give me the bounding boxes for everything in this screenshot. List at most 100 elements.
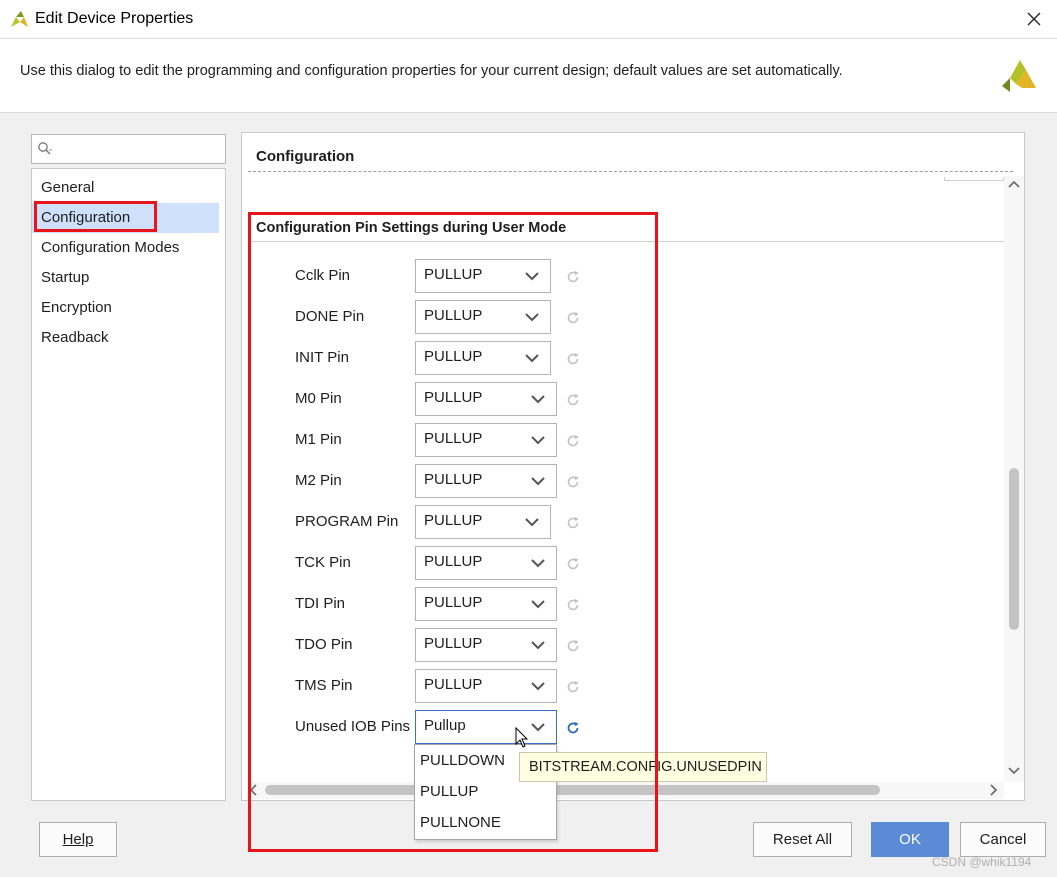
search-icon: [38, 142, 52, 155]
nav-item-general[interactable]: General: [32, 173, 219, 203]
pin-select-value: PULLUP: [424, 266, 483, 283]
pin-label-tdi: TDI Pin: [295, 595, 346, 612]
scroll-down-icon[interactable]: [1008, 767, 1020, 775]
pin-select-value: PULLUP: [424, 307, 483, 324]
pin-select-tdo[interactable]: PULLUP: [415, 628, 557, 662]
pin-label-tdo: TDO Pin: [295, 636, 353, 653]
reset-default-icon[interactable]: [565, 720, 581, 736]
watermark: CSDN @whik1194: [932, 855, 1032, 869]
scroll-right-icon[interactable]: [990, 784, 998, 796]
pin-select-value: PULLUP: [424, 471, 483, 488]
pin-select-value: PULLUP: [424, 430, 483, 447]
window-title: Edit Device Properties: [35, 10, 194, 27]
pin-select-value: PULLUP: [424, 348, 483, 365]
reset-default-icon[interactable]: [565, 433, 581, 449]
scroll-left-icon[interactable]: [249, 784, 257, 796]
help-button-label: Help: [62, 831, 94, 848]
pin-label-m1: M1 Pin: [295, 431, 342, 448]
reset-default-icon[interactable]: [565, 515, 581, 531]
pin-select-program[interactable]: PULLUP: [415, 505, 551, 539]
reset-default-icon[interactable]: [565, 269, 581, 285]
reset-default-icon[interactable]: [565, 474, 581, 490]
category-list: General Configuration Configuration Mode…: [31, 168, 226, 801]
pin-select-value: PULLUP: [424, 594, 483, 611]
pin-label-cclk: Cclk Pin: [295, 267, 351, 284]
ok-button-label: OK: [899, 831, 921, 848]
pin-select-value: PULLUP: [424, 676, 483, 693]
pin-select-done[interactable]: PULLUP: [415, 300, 551, 334]
nav-item-configuration-modes[interactable]: Configuration Modes: [32, 233, 219, 263]
chevron-down-icon: [531, 641, 545, 650]
chevron-down-icon: [531, 477, 545, 486]
pin-select-tdi[interactable]: PULLUP: [415, 587, 557, 621]
pin-select-m2[interactable]: PULLUP: [415, 464, 557, 498]
chevron-down-icon: [531, 436, 545, 445]
pin-label-program: PROGRAM Pin: [295, 513, 399, 530]
pin-select-tms[interactable]: PULLUP: [415, 669, 557, 703]
pin-label-tms: TMS Pin: [295, 677, 353, 694]
chevron-down-icon: [531, 600, 545, 609]
dialog-description: Use this dialog to edit the programming …: [20, 63, 843, 79]
nav-item-configuration[interactable]: Configuration: [32, 203, 219, 233]
ok-button[interactable]: OK: [871, 822, 949, 857]
help-button[interactable]: Help: [39, 822, 117, 857]
nav-item-readback[interactable]: Readback: [32, 323, 219, 353]
close-icon: [1027, 12, 1041, 26]
pin-select-cclk[interactable]: PULLUP: [415, 259, 551, 293]
mouse-cursor-icon: [515, 727, 529, 748]
panel-title: Configuration: [256, 148, 355, 165]
reset-default-icon[interactable]: [565, 351, 581, 367]
property-tooltip: BITSTREAM.CONFIG.UNUSEDPIN: [519, 752, 767, 782]
section-title: Configuration Pin Settings during User M…: [256, 220, 567, 236]
pin-select-init[interactable]: PULLUP: [415, 341, 551, 375]
chevron-down-icon: [531, 682, 545, 691]
chevron-down-icon: [525, 272, 539, 281]
option-pullnone[interactable]: PULLNONE: [415, 807, 556, 838]
chevron-down-icon: [525, 518, 539, 527]
pin-select-unused-iob[interactable]: Pullup: [415, 710, 557, 744]
pin-select-value: PULLUP: [424, 635, 483, 652]
reset-all-button-label: Reset All: [772, 831, 833, 848]
chevron-down-icon: [531, 559, 545, 568]
chevron-down-icon: [525, 313, 539, 322]
xilinx-logo-icon: [1002, 60, 1036, 92]
reset-default-icon[interactable]: [565, 597, 581, 613]
reset-default-icon[interactable]: [565, 638, 581, 654]
pin-label-done: DONE Pin: [295, 308, 365, 325]
reset-all-button[interactable]: Reset All: [753, 822, 852, 857]
chevron-down-icon: [531, 723, 545, 732]
pin-select-value: PULLUP: [424, 553, 483, 570]
collapsed-tab: [944, 177, 1004, 181]
pin-select-m1[interactable]: PULLUP: [415, 423, 557, 457]
header-divider: [248, 171, 1013, 172]
pin-label-unused-iob: Unused IOB Pins: [295, 718, 411, 735]
vertical-scroll-thumb[interactable]: [1009, 468, 1019, 630]
pin-select-tck[interactable]: PULLUP: [415, 546, 557, 580]
pin-select-value: PULLUP: [424, 389, 483, 406]
nav-item-startup[interactable]: Startup: [32, 263, 219, 293]
pin-label-init: INIT Pin: [295, 349, 349, 366]
reset-default-icon[interactable]: [565, 679, 581, 695]
pin-label-tck: TCK Pin: [295, 554, 351, 571]
pin-select-value: Pullup: [424, 717, 466, 734]
horizontal-scroll-thumb[interactable]: [265, 785, 880, 795]
scroll-up-icon[interactable]: [1008, 180, 1020, 188]
chevron-down-icon: [525, 354, 539, 363]
title-bar: Edit Device Properties: [0, 0, 1057, 38]
reset-default-icon[interactable]: [565, 310, 581, 326]
reset-default-icon[interactable]: [565, 392, 581, 408]
chevron-down-icon: [531, 395, 545, 404]
search-field[interactable]: [31, 134, 226, 164]
search-input[interactable]: [56, 138, 216, 160]
reset-default-icon[interactable]: [565, 556, 581, 572]
pin-label-m0: M0 Pin: [295, 390, 342, 407]
cancel-button[interactable]: Cancel: [960, 822, 1046, 857]
nav-item-encryption[interactable]: Encryption: [32, 293, 219, 323]
close-button[interactable]: [1011, 0, 1057, 38]
section-divider: [252, 241, 1004, 242]
description-area: Use this dialog to edit the programming …: [0, 38, 1057, 112]
vivado-logo-icon: [11, 11, 28, 27]
pin-label-m2: M2 Pin: [295, 472, 342, 489]
cancel-button-label: Cancel: [979, 831, 1027, 848]
pin-select-m0[interactable]: PULLUP: [415, 382, 557, 416]
